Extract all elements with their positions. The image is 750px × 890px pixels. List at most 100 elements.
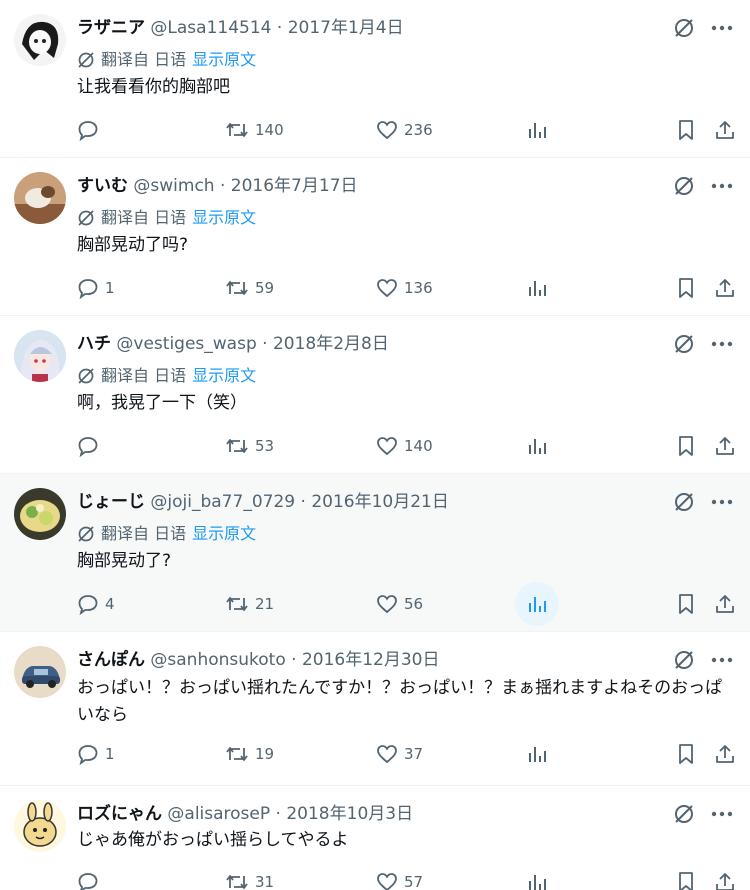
reply-icon [78, 437, 98, 457]
retweet-button[interactable]: 19 [225, 736, 274, 772]
views-button[interactable] [515, 582, 559, 626]
views-button[interactable] [527, 864, 547, 890]
tweet[interactable]: ハチ @vestiges_wasp · 2018年2月8日 翻译自 日语 显示原… [0, 316, 750, 474]
bookmark-icon [679, 120, 693, 140]
tweet[interactable]: ロズにゃん @alisaroseP · 2018年10月3日 じゃあ俺がおっぱい… [0, 786, 750, 890]
share-button[interactable] [714, 270, 736, 306]
more-icon[interactable] [708, 800, 736, 828]
user-handle[interactable]: @joji_ba77_0729 [150, 492, 295, 512]
show-original-link[interactable]: 显示原文 [192, 523, 256, 545]
user-handle[interactable]: @vestiges_wasp [116, 334, 256, 354]
tweet-date[interactable]: 2016年7月17日 [231, 176, 358, 196]
translate-icon[interactable] [670, 800, 698, 828]
reply-button[interactable] [77, 428, 105, 464]
user-handle[interactable]: @sanhonsukoto [150, 650, 285, 670]
retweet-count: 21 [255, 595, 275, 613]
views-button[interactable] [527, 112, 547, 148]
share-button[interactable] [714, 736, 736, 772]
like-button[interactable]: 37 [376, 736, 423, 772]
bookmark-button[interactable] [676, 428, 696, 464]
reply-count: 4 [105, 595, 115, 613]
tweet[interactable]: ラザニア @Lasa114514 · 2017年1月4日 翻译自 日语 显示原文… [0, 0, 750, 158]
show-original-link[interactable]: 显示原文 [192, 365, 256, 387]
views-button[interactable] [527, 736, 547, 772]
avatar[interactable] [14, 172, 66, 224]
like-count: 236 [404, 121, 433, 139]
display-name[interactable]: ロズにゃん [77, 804, 162, 824]
share-button[interactable] [714, 864, 736, 890]
bookmark-button[interactable] [676, 864, 696, 890]
like-button[interactable]: 236 [376, 112, 433, 148]
bookmark-button[interactable] [676, 586, 696, 622]
tweet-text: 胸部晃动了? [77, 551, 172, 571]
avatar[interactable] [14, 330, 66, 382]
user-handle[interactable]: @Lasa114514 [150, 18, 271, 38]
tweet-actions: 140 236 [0, 112, 750, 148]
more-icon[interactable] [708, 172, 736, 200]
reply-feed: ラザニア @Lasa114514 · 2017年1月4日 翻译自 日语 显示原文… [0, 0, 750, 890]
tweet-date[interactable]: 2016年12月30日 [302, 650, 440, 670]
like-count: 140 [404, 437, 433, 455]
views-icon [529, 875, 546, 890]
retweet-button[interactable]: 31 [225, 864, 274, 890]
reply-button[interactable]: 1 [77, 270, 115, 306]
avatar[interactable] [14, 800, 66, 852]
user-handle[interactable]: @swimch [133, 176, 214, 196]
retweet-button[interactable]: 59 [225, 270, 274, 306]
translate-icon[interactable] [670, 646, 698, 674]
tweet-date[interactable]: 2018年10月3日 [286, 804, 413, 824]
like-icon [377, 873, 397, 890]
share-button[interactable] [714, 586, 736, 622]
retweet-button[interactable]: 53 [225, 428, 274, 464]
retweet-button[interactable]: 21 [225, 586, 274, 622]
display-name[interactable]: ラザニア [77, 18, 145, 38]
more-icon[interactable] [708, 330, 736, 358]
display-name[interactable]: ハチ [77, 334, 111, 354]
tweet-top-icons [670, 646, 736, 674]
show-original-link[interactable]: 显示原文 [192, 207, 256, 229]
reply-button[interactable]: 1 [77, 736, 115, 772]
tweet-date[interactable]: 2016年10月21日 [311, 492, 449, 512]
translation-notice: 翻译自 日语 显示原文 [77, 523, 256, 545]
share-icon [716, 121, 734, 139]
more-icon[interactable] [708, 14, 736, 42]
share-button[interactable] [714, 428, 736, 464]
tweet-date[interactable]: 2018年2月8日 [273, 334, 389, 354]
translate-icon[interactable] [670, 172, 698, 200]
share-button[interactable] [714, 112, 736, 148]
avatar[interactable] [14, 646, 66, 698]
reply-button[interactable]: 4 [77, 586, 115, 622]
display-name[interactable]: じょーじ [77, 492, 145, 512]
display-name[interactable]: すいむ [77, 176, 128, 196]
more-icon[interactable] [708, 488, 736, 516]
user-handle[interactable]: @alisaroseP [167, 804, 270, 824]
bookmark-button[interactable] [676, 270, 696, 306]
bookmark-button[interactable] [676, 736, 696, 772]
display-name[interactable]: さんぽん [77, 650, 145, 670]
bookmark-button[interactable] [676, 112, 696, 148]
tweet-header: すいむ @swimch · 2016年7月17日 [77, 174, 660, 198]
like-count: 37 [404, 745, 424, 763]
translate-icon[interactable] [670, 330, 698, 358]
more-icon[interactable] [708, 646, 736, 674]
reply-button[interactable] [77, 864, 105, 890]
translate-icon[interactable] [670, 488, 698, 516]
like-button[interactable]: 56 [376, 586, 423, 622]
like-button[interactable]: 136 [376, 270, 433, 306]
retweet-button[interactable]: 140 [225, 112, 284, 148]
tweet-header: ラザニア @Lasa114514 · 2017年1月4日 [77, 16, 660, 40]
tweet[interactable]: すいむ @swimch · 2016年7月17日 翻译自 日语 显示原文 胸部晃… [0, 158, 750, 316]
tweet[interactable]: さんぽん @sanhonsukoto · 2016年12月30日 おっぱい！？お… [0, 632, 750, 786]
avatar[interactable] [14, 488, 66, 540]
tweet[interactable]: じょーじ @joji_ba77_0729 · 2016年10月21日 翻译自 日… [0, 474, 750, 632]
views-button[interactable] [527, 428, 547, 464]
translate-icon [78, 210, 94, 226]
tweet-date[interactable]: 2017年1月4日 [288, 18, 404, 38]
views-button[interactable] [527, 270, 547, 306]
like-button[interactable]: 57 [376, 864, 423, 890]
translate-icon[interactable] [670, 14, 698, 42]
reply-button[interactable] [77, 112, 105, 148]
like-button[interactable]: 140 [376, 428, 433, 464]
show-original-link[interactable]: 显示原文 [192, 49, 256, 71]
avatar[interactable] [14, 14, 66, 66]
